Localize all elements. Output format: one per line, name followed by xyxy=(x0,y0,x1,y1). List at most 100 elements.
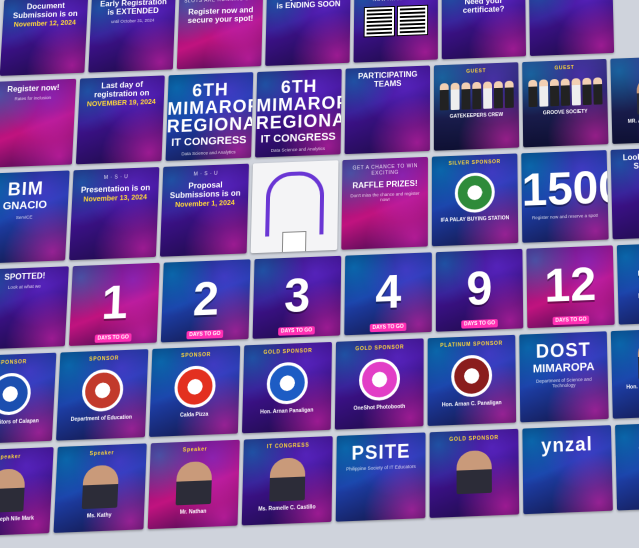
poster-tile[interactable]: GOLD SPONSOR Hon. Arnan Panaligan xyxy=(241,341,332,434)
poster-tile[interactable]: ARRCompu xyxy=(615,421,639,511)
poster-headline: 1500 xyxy=(521,160,609,216)
poster-collage: Document Submission is on November 12, 20… xyxy=(0,0,639,548)
poster-tile[interactable]: SPONSOR Calda Pizza xyxy=(149,345,241,437)
poster-tile[interactable]: IT CONGRESS Ms. Romelle C. Castillo xyxy=(241,436,333,526)
poster-date: November 12, 2024 xyxy=(13,19,76,29)
poster-tile[interactable]: ynzal xyxy=(522,425,613,515)
poster-tile[interactable]: SILVER SPONSOR IFA PALAY BUYING STATION xyxy=(431,153,519,247)
sponsor-logo xyxy=(358,357,401,402)
poster-tile[interactable]: 14 xyxy=(616,241,639,325)
poster-tile[interactable]: 1500 Register now and reserve a spot! xyxy=(521,150,609,243)
poster-tile[interactable]: Register now! Rates for inclusion xyxy=(0,78,77,168)
person-figure xyxy=(538,79,548,107)
sponsor-name: Hon. Arnan C. Panaligan xyxy=(441,399,502,409)
event-logo: PSITE xyxy=(351,440,411,465)
poster-tile[interactable]: DOST MIMAROPA Department of Science and Te… xyxy=(519,331,609,423)
poster-tile[interactable]: 3 DAYS TO GO xyxy=(252,255,342,339)
poster-tile[interactable]: Hon. Arnan C. Panaligan xyxy=(610,327,639,419)
poster-tile[interactable]: GUEST GATEKEEPERS CREW xyxy=(433,62,520,151)
poster-tile[interactable]: YOUR CERTIFICATES ARE NOW AVAILABLE! xyxy=(353,0,438,63)
poster-tile[interactable]: GUEST MR. ALLAN ... TUBIA... xyxy=(610,55,639,144)
person-figure xyxy=(592,77,603,105)
countdown-label: DAYS TO GO xyxy=(94,333,133,343)
poster-tile[interactable]: SLOTS ARE RUNNING LOW Register now and se… xyxy=(176,0,264,70)
poster-tile[interactable]: Speaker Mr. Nathan xyxy=(147,439,240,530)
poster-headline: Presentation is on xyxy=(80,183,151,195)
poster-headline: PARTICIPATING TEAMS xyxy=(358,69,418,89)
poster-kicker: SLOTS ARE RUNNING LOW xyxy=(184,0,259,5)
countdown-label: DAYS TO GO xyxy=(185,329,224,340)
sponsor-tier: SPONSOR xyxy=(88,355,120,363)
poster-tile[interactable]: 6TH MIMAROPA REGIONAL IT CONGRESS Data Sci… xyxy=(165,72,254,161)
poster-subtext: Philippine Society of IT Educators xyxy=(346,463,416,472)
poster-tile[interactable]: Document Submission is on November 12, 20… xyxy=(0,0,89,76)
poster-tile[interactable]: Last day of registration on NOVEMBER 19, … xyxy=(75,75,165,165)
poster-subtext: Rates for inclusion xyxy=(14,95,52,102)
poster-tile[interactable]: PLATINUM SPONSOR Hon. Arnan C. Panaligan xyxy=(427,334,517,427)
sponsor-logo xyxy=(266,361,309,405)
poster-tile[interactable]: Speaker Ms. Kathy xyxy=(53,443,147,533)
speaker-name: Ms. Romelle C. Castillo xyxy=(258,504,316,513)
person-figure xyxy=(549,78,559,107)
poster-subtext: ServiCE xyxy=(15,214,33,221)
poster-tile[interactable]: 9 DAYS TO GO xyxy=(435,248,524,332)
poster-tile[interactable] xyxy=(250,160,339,254)
person-figure xyxy=(504,80,514,109)
person-figure xyxy=(560,78,570,106)
poster-tile[interactable]: Look at what we SPOTTED! xyxy=(610,146,639,240)
poster-tile[interactable]: 4 DAYS TO GO xyxy=(344,252,432,336)
poster-tile[interactable]: SPOTTED! Look at what we xyxy=(0,266,69,350)
person-figure xyxy=(527,79,538,108)
group-photo xyxy=(522,77,607,108)
event-logo: 6TH MIMAROPA REGIONAL xyxy=(255,76,342,134)
poster-subtext: Don't miss the chance and register now! xyxy=(350,190,420,203)
poster-tile[interactable]: BIM GNACIO ServiCE xyxy=(0,170,70,264)
poster-headline: Early Registration is ENDING SOON xyxy=(275,0,342,11)
poster-tile[interactable]: M · S · U Proposal Submissions is on Novem… xyxy=(159,163,249,257)
sponsor-name: OneShot Photobooth xyxy=(353,403,406,413)
sponsor-name: Daily Visitors of Calapan xyxy=(0,418,39,427)
poster-tile[interactable]: Early Registration is ENDING SOON xyxy=(265,0,351,66)
poster-tile[interactable]: M · S · U Presentation is on November 13, … xyxy=(69,167,160,261)
sponsor-name: Hon. Arnan Panaligan xyxy=(260,407,314,416)
poster-headline: MIMAROPA xyxy=(532,360,595,376)
event-logo: BIM xyxy=(7,178,45,200)
poster-tile[interactable]: 2 DAYS TO GO xyxy=(160,259,251,343)
poster-tile[interactable]: SPONSOR Daily Visitors of Calapan xyxy=(0,352,57,445)
qr-code-icon xyxy=(396,4,429,37)
poster-headline: IT CONGRESS xyxy=(260,130,336,146)
sponsor-tier: SPONSOR xyxy=(0,358,28,367)
poster-tile[interactable]: 1 DAYS TO GO xyxy=(68,262,160,346)
poster-kicker: GOLD SPONSOR xyxy=(449,434,499,444)
poster-subtext: Data Science and Analytics xyxy=(181,149,236,157)
sponsor-tier: SPONSOR xyxy=(180,351,212,360)
poster-row: BIM GNACIO ServiCE M · S · U Presentation is… xyxy=(0,146,639,264)
poster-headline: Last day of registration on xyxy=(93,80,150,100)
poster-tile[interactable]: EVALUATION FORMNeed your certificate? xyxy=(441,0,527,60)
poster-subtext: Data Science and Analytics xyxy=(270,146,326,153)
poster-tile[interactable]: GOLD SPONSOR OneShot Photobooth xyxy=(334,338,424,430)
person-figure xyxy=(571,78,581,106)
speaker-photo xyxy=(269,457,306,502)
poster-headline: Compu xyxy=(620,452,639,467)
poster-tile[interactable]: 12 DAYS TO GO xyxy=(526,245,615,329)
poster-tile[interactable]: Speaker Engr. Joseph Nile Mark xyxy=(0,447,54,537)
poster-tile[interactable]: PARTICIPATING TEAMS xyxy=(344,65,431,155)
poster-kicker: GUEST xyxy=(610,60,639,69)
poster-date: November 1, 2024 xyxy=(174,199,235,210)
poster-headline: RAFFLE PRIZES! xyxy=(352,178,418,191)
event-logo: ARR xyxy=(615,430,639,453)
poster-row: Register now! Rates for inclusion Last day… xyxy=(0,55,639,168)
poster-tile[interactable]: Registration for L... xyxy=(528,0,615,57)
poster-headline: Document Submission is on xyxy=(12,1,78,21)
poster-tile[interactable]: PSITE Philippine Society of IT Educators xyxy=(335,432,426,522)
poster-tile[interactable]: 6TH MIMAROPA REGIONAL IT CONGRESS Data Sci… xyxy=(255,68,342,158)
poster-tile[interactable]: SPONSOR Department of Education xyxy=(56,349,149,441)
poster-headline: Need your certificate? xyxy=(462,0,505,15)
poster-tile[interactable]: GUEST GROOVE SOCIETY xyxy=(522,58,609,148)
poster-tile[interactable]: GOLD SPONSOR xyxy=(429,428,520,518)
poster-kicker: M · S · U xyxy=(103,174,129,181)
poster-tile[interactable]: Early Registration is EXTENDED until Octo… xyxy=(88,0,176,73)
sponsor-logo xyxy=(0,372,32,416)
poster-tile[interactable]: GET A CHANCE TO WIN EXCITING RAFFLE PRIZE… xyxy=(341,156,428,250)
